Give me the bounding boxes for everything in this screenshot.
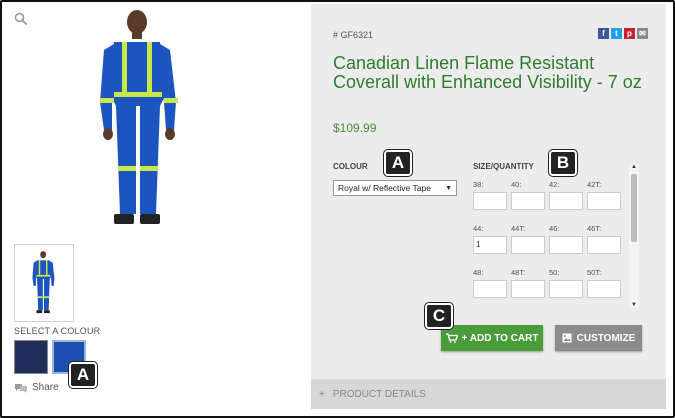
quantity-input[interactable] (511, 280, 545, 298)
size-label: 46T: (587, 224, 602, 233)
size-cell: 44T: (511, 224, 545, 254)
size-cell: 46: (549, 224, 583, 254)
size-cell: 38: (473, 180, 507, 210)
scrollbar-thumb[interactable] (631, 174, 637, 242)
product-title: Canadian Linen Flame Resistant Coverall … (333, 53, 642, 92)
size-label: 44T: (511, 224, 526, 233)
product-details-toggle[interactable]: + PRODUCT DETAILS (311, 379, 666, 409)
product-price: $109.99 (333, 121, 377, 135)
chevron-down-icon: ▼ (445, 184, 452, 192)
colour-select[interactable]: Royal w/ Reflective Tape ▼ (333, 180, 457, 196)
size-cell: 44: 1 (473, 224, 507, 254)
share-icon (15, 383, 27, 393)
quantity-input[interactable] (549, 280, 583, 298)
product-gallery: SELECT A COLOUR Share (4, 4, 309, 416)
scroll-down-icon[interactable]: ▼ (629, 302, 639, 308)
size-quantity-label: SIZE/QUANTITY (473, 162, 534, 171)
customize-label: CUSTOMIZE (576, 332, 636, 344)
annotation-badge-a: A (384, 150, 412, 176)
product-sku: # GF6321 (333, 30, 374, 40)
size-label: 40: (511, 180, 522, 189)
quantity-input[interactable] (511, 192, 545, 210)
size-label: 50T: (587, 268, 602, 277)
size-label: 46: (549, 224, 560, 233)
cart-icon (445, 333, 458, 343)
expand-plus-icon: + (319, 388, 325, 400)
size-label: 48: (473, 268, 484, 277)
social-share-icons: f t p ✉ (598, 28, 648, 39)
annotation-badge-b: B (549, 150, 577, 176)
size-label: 44: (473, 224, 484, 233)
size-grid-scrollbar[interactable]: ▲ ▼ (629, 164, 639, 308)
zoom-icon[interactable] (14, 12, 28, 26)
quantity-input[interactable] (549, 192, 583, 210)
colour-swatch-navy[interactable] (14, 340, 48, 374)
size-label: 48T: (511, 268, 526, 277)
size-label: 42: (549, 180, 560, 189)
add-to-cart-button[interactable]: + ADD TO CART (441, 325, 543, 351)
page-frame: SELECT A COLOUR Share # GF6321 f t p ✉ C… (0, 0, 675, 418)
pinterest-icon[interactable]: p (624, 28, 635, 39)
size-cell: 46T: (587, 224, 621, 254)
colour-label: COLOUR (333, 162, 368, 171)
twitter-icon[interactable]: t (611, 28, 622, 39)
colour-select-value: Royal w/ Reflective Tape (338, 183, 431, 193)
facebook-icon[interactable]: f (598, 28, 609, 39)
size-label: 42T: (587, 180, 602, 189)
annotation-badge-a-swatch: A (69, 362, 97, 388)
size-label: 38: (473, 180, 484, 189)
size-label: 50: (549, 268, 560, 277)
product-info-panel: # GF6321 f t p ✉ Canadian Linen Flame Re… (311, 4, 666, 379)
quantity-input[interactable] (587, 236, 621, 254)
select-colour-label: SELECT A COLOUR (14, 326, 101, 336)
product-details-label: PRODUCT DETAILS (332, 388, 426, 400)
add-to-cart-label: + ADD TO CART (461, 332, 539, 344)
size-cell: 48T: (511, 268, 545, 298)
size-quantity-grid: 38: 40: 42: 42T: 44: 1 44T: 46: 46T: 48:… (473, 180, 623, 306)
product-main-image[interactable] (90, 6, 190, 234)
quantity-input[interactable]: 1 (473, 236, 507, 254)
product-thumbnail[interactable] (14, 244, 74, 322)
thumbnail-image (32, 251, 55, 314)
annotation-badge-c: C (425, 303, 453, 329)
size-cell: 48: (473, 268, 507, 298)
size-cell: 50: (549, 268, 583, 298)
size-cell: 40: (511, 180, 545, 210)
size-cell: 50T: (587, 268, 621, 298)
quantity-input[interactable] (511, 236, 545, 254)
quantity-input[interactable] (549, 236, 583, 254)
quantity-input[interactable] (587, 192, 621, 210)
size-cell: 42: (549, 180, 583, 210)
quantity-input[interactable] (587, 280, 621, 298)
image-icon (562, 333, 572, 343)
customize-button[interactable]: CUSTOMIZE (555, 325, 642, 351)
size-cell: 42T: (587, 180, 621, 210)
email-icon[interactable]: ✉ (637, 28, 648, 39)
quantity-input[interactable] (473, 280, 507, 298)
share-label: Share (32, 382, 59, 393)
share-link[interactable]: Share (14, 382, 59, 393)
scroll-up-icon[interactable]: ▲ (629, 164, 639, 170)
quantity-input[interactable] (473, 192, 507, 210)
